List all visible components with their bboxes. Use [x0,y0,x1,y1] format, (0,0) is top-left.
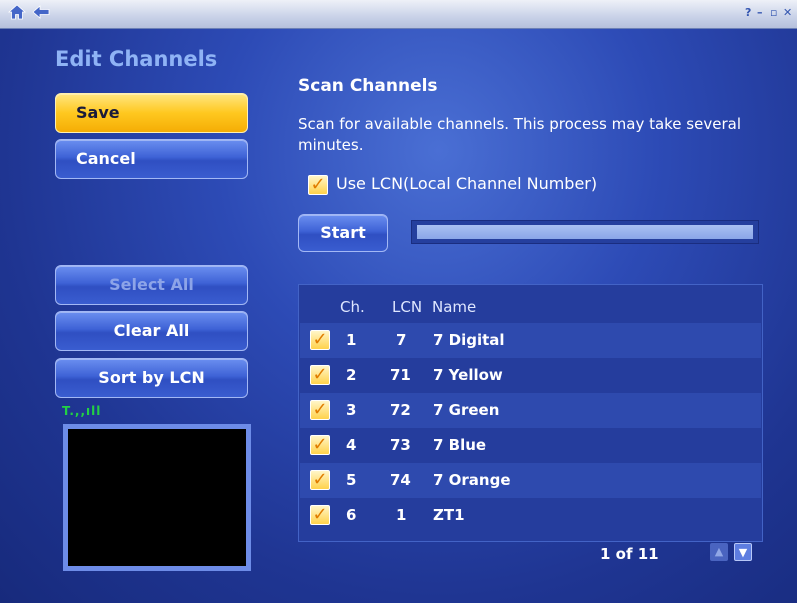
channel-row[interactable]: ✓ 1 7 7 Digital [300,323,761,358]
channel-checkbox[interactable]: ✓ [310,330,330,350]
signal-strength-icon: T.,,ıll [62,404,102,418]
channel-row[interactable]: ✓ 4 73 7 Blue [300,428,761,463]
channel-row[interactable]: ✓ 2 71 7 Yellow [300,358,761,393]
channel-name: 7 Digital [433,331,505,349]
edit-channels-window: ? – ▫ ✕ Edit Channels Save Cancel Select… [0,0,797,603]
scan-description: Scan for available channels. This proces… [298,115,741,154]
home-icon[interactable] [6,4,28,24]
select-all-button[interactable]: Select All [55,265,248,305]
help-icon[interactable]: ? [745,6,751,19]
back-arrow-icon[interactable] [30,4,52,24]
channel-lcn: 73 [390,436,411,454]
restore-icon[interactable]: ▫ [770,6,777,19]
channel-lcn: 71 [390,366,411,384]
scan-section-title: Scan Channels [298,76,438,96]
channel-lcn: 7 [396,331,407,349]
channel-name: 7 Green [433,401,500,419]
clear-all-button[interactable]: Clear All [55,311,248,351]
column-header-ch: Ch. [340,298,365,316]
channel-lcn: 74 [390,471,411,489]
channel-checkbox[interactable]: ✓ [310,365,330,385]
column-header-lcn: LCN [392,298,423,316]
channel-ch: 2 [346,366,357,384]
channel-name: 7 Orange [433,471,511,489]
channel-ch: 6 [346,506,357,524]
video-preview [63,424,251,571]
home-icon-svg [7,4,27,20]
cancel-button[interactable]: Cancel [55,139,248,179]
use-lcn-checkbox[interactable]: ✓ [308,175,328,195]
channel-ch: 4 [346,436,357,454]
channel-checkbox[interactable]: ✓ [310,435,330,455]
channel-name: 7 Blue [433,436,487,454]
start-button[interactable]: Start [298,214,388,252]
close-icon[interactable]: ✕ [783,6,792,19]
save-button[interactable]: Save [55,93,248,133]
page-up-icon[interactable]: ▲ [710,543,728,561]
sort-by-lcn-button[interactable]: Sort by LCN [55,358,248,398]
scan-progress-fill [417,225,753,239]
back-arrow-svg [32,5,50,19]
channel-name: 7 Yellow [433,366,503,384]
channel-ch: 1 [346,331,357,349]
page-title: Edit Channels [55,47,218,71]
scan-progress-bar [411,220,759,244]
use-lcn-label: Use LCN(Local Channel Number) [336,174,598,193]
channel-row[interactable]: ✓ 6 1 ZT1 [300,498,761,533]
channel-name: ZT1 [433,506,465,524]
channel-ch: 3 [346,401,357,419]
channel-checkbox[interactable]: ✓ [310,400,330,420]
title-bar: ? – ▫ ✕ [0,0,797,29]
page-indicator: 1 of 11 [600,545,659,563]
channel-lcn: 72 [390,401,411,419]
minimize-icon[interactable]: – [757,6,763,19]
channel-checkbox[interactable]: ✓ [310,470,330,490]
channel-lcn: 1 [396,506,407,524]
channel-row[interactable]: ✓ 3 72 7 Green [300,393,761,428]
channel-row[interactable]: ✓ 5 74 7 Orange [300,463,761,498]
page-down-icon[interactable]: ▼ [734,543,752,561]
channel-ch: 5 [346,471,357,489]
channel-checkbox[interactable]: ✓ [310,505,330,525]
column-header-name: Name [432,298,477,316]
